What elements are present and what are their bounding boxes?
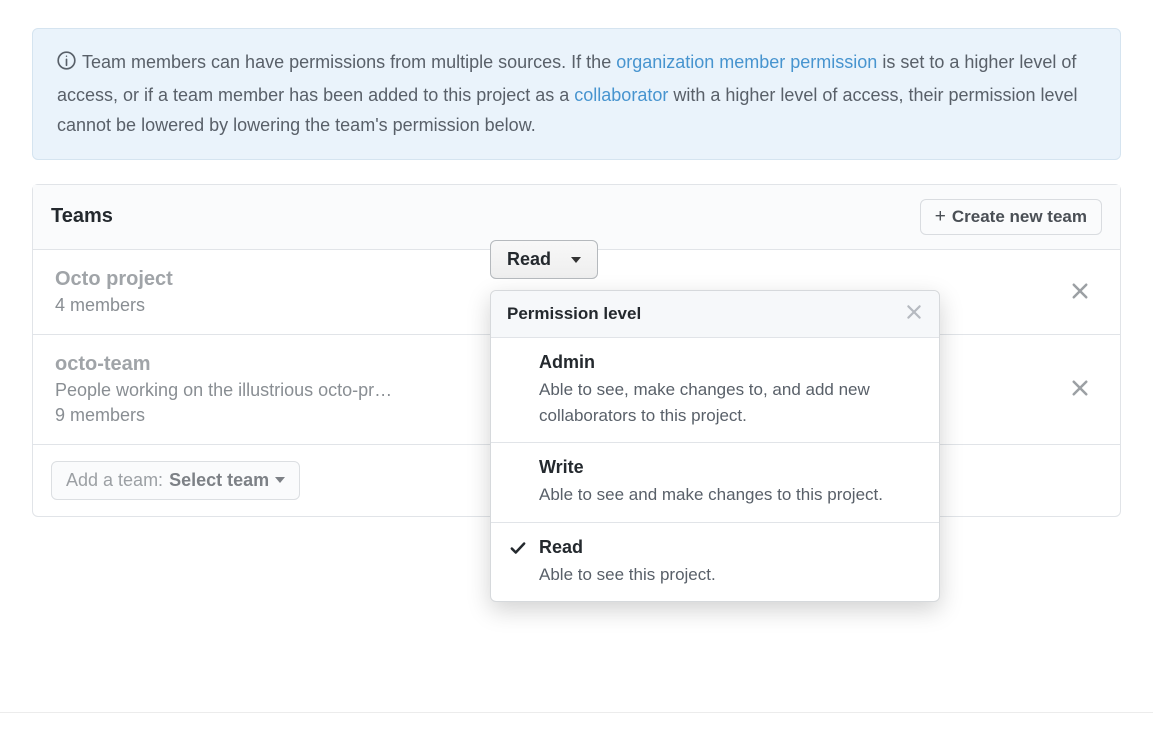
check-col (509, 537, 533, 563)
plus-icon: + (935, 207, 946, 226)
footer-divider (0, 712, 1153, 713)
permission-select-value: Read (507, 249, 551, 270)
team-name: octo-team (55, 353, 475, 376)
team-info: Octo project 4 members (55, 268, 475, 316)
teams-title: Teams (51, 205, 113, 228)
collaborator-link[interactable]: collaborator (574, 85, 668, 105)
check-col (509, 352, 533, 354)
permission-popover: Permission level Admin Able to see, make… (490, 290, 940, 602)
option-description: Able to see, make changes to, and add ne… (539, 377, 921, 428)
option-body: Admin Able to see, make changes to, and … (539, 352, 921, 428)
info-icon (57, 49, 76, 80)
option-title: Read (539, 537, 921, 558)
team-name: Octo project (55, 268, 475, 291)
remove-team-button[interactable] (1062, 279, 1098, 305)
check-icon (509, 540, 527, 562)
permission-option-write[interactable]: Write Able to see and make changes to th… (491, 443, 939, 523)
option-description: Able to see and make changes to this pro… (539, 482, 921, 508)
permission-option-admin[interactable]: Admin Able to see, make changes to, and … (491, 338, 939, 443)
option-description: Able to see this project. (539, 562, 921, 588)
add-team-select-label: Select team (169, 470, 269, 491)
create-new-team-button[interactable]: + Create new team (920, 199, 1102, 235)
team-members: 4 members (55, 295, 475, 316)
team-description: People working on the illustrious octo-p… (55, 380, 415, 401)
option-body: Read Able to see this project. (539, 537, 921, 588)
permission-select-button[interactable]: Read (490, 240, 598, 279)
option-title: Write (539, 457, 921, 478)
caret-down-icon (275, 477, 285, 483)
option-body: Write Able to see and make changes to th… (539, 457, 921, 508)
add-team-prefix: Add a team: (66, 470, 163, 491)
team-members: 9 members (55, 405, 475, 426)
create-new-team-label: Create new team (952, 207, 1087, 227)
info-text-prefix: Team members can have permissions from m… (82, 52, 616, 72)
team-info: octo-team People working on the illustri… (55, 353, 475, 426)
popover-title: Permission level (507, 304, 641, 324)
org-member-permission-link[interactable]: organization member permission (616, 52, 877, 72)
check-col (509, 457, 533, 459)
caret-down-icon (571, 257, 581, 263)
permission-option-read[interactable]: Read Able to see this project. (491, 523, 939, 602)
add-team-select[interactable]: Add a team: Select team (51, 461, 300, 500)
info-banner: Team members can have permissions from m… (32, 28, 1121, 160)
popover-close-button[interactable] (905, 303, 923, 325)
option-title: Admin (539, 352, 921, 373)
popover-header: Permission level (491, 291, 939, 338)
remove-team-button[interactable] (1062, 376, 1098, 402)
